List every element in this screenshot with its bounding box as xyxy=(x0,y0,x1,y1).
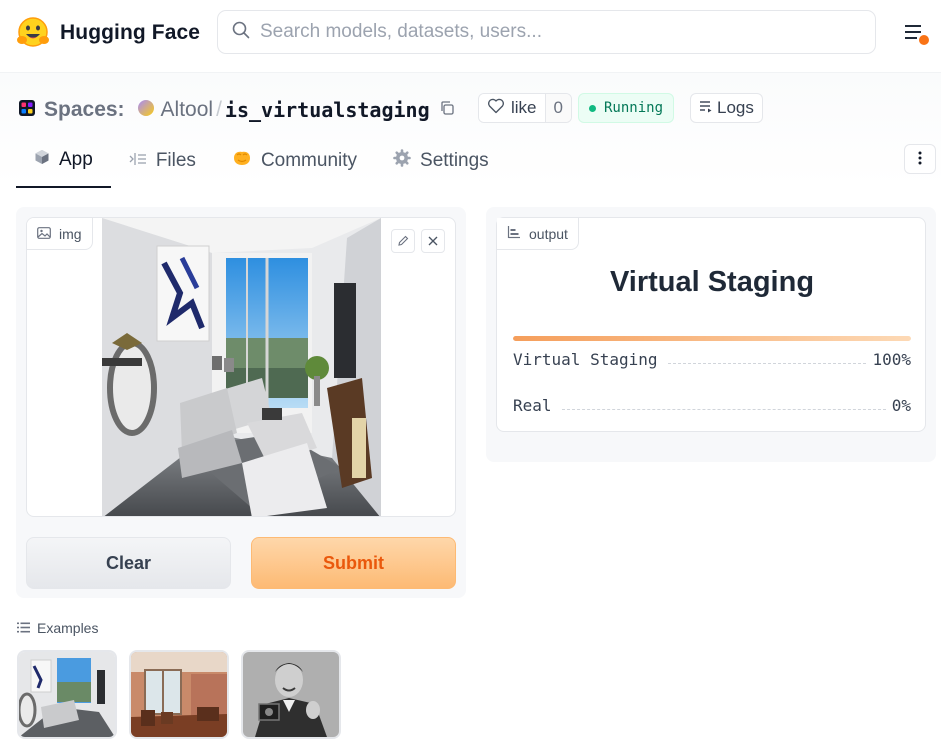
examples-header: Examples xyxy=(17,620,98,636)
tab-app[interactable]: App xyxy=(16,133,111,188)
confidence-label: Virtual Staging xyxy=(513,349,658,369)
search-icon xyxy=(232,21,250,43)
search-input[interactable]: Search models, datasets, users... xyxy=(217,10,876,54)
top-navbar: Hugging Face Search models, datasets, us… xyxy=(0,0,941,66)
output-label-box: output Virtual Staging Virtual Staging 1… xyxy=(496,217,926,432)
dotted-leader xyxy=(667,362,867,364)
cube-icon xyxy=(34,149,50,171)
spaces-icon xyxy=(18,99,36,121)
image-icon xyxy=(37,226,51,242)
owner-link[interactable]: Altool xyxy=(161,98,214,122)
remove-image-button[interactable] xyxy=(421,229,445,253)
spaces-link[interactable]: Spaces: xyxy=(44,98,125,122)
notification-dot-icon xyxy=(919,35,929,45)
edit-image-button[interactable] xyxy=(391,229,415,253)
hugging-face-logo-icon xyxy=(16,16,50,50)
repo-name-link[interactable]: is_virtualstaging xyxy=(225,98,430,122)
brand-name: Hugging Face xyxy=(60,21,201,44)
example-thumbnail-staged-room[interactable] xyxy=(17,650,117,739)
list-icon xyxy=(17,620,30,636)
logs-button[interactable]: Logs xyxy=(690,93,763,123)
tab-files-label: Files xyxy=(155,149,196,171)
output-field-label-text: output xyxy=(529,225,568,242)
close-icon xyxy=(427,232,439,251)
breadcrumb: Spaces: Altool / is_virtualstaging xyxy=(18,95,455,125)
example-thumbnail-man-with-camera[interactable] xyxy=(241,650,341,739)
pencil-icon xyxy=(397,232,409,251)
copy-icon[interactable] xyxy=(439,100,455,120)
logs-label: Logs xyxy=(717,98,754,117)
tab-community[interactable]: Community xyxy=(214,133,375,188)
confidence-value: 100% xyxy=(872,349,911,369)
search-placeholder: Search models, datasets, users... xyxy=(260,21,542,42)
vertical-dots-icon xyxy=(918,150,922,169)
image-input[interactable]: img xyxy=(26,217,456,517)
output-field-label: output xyxy=(497,218,579,250)
gear-icon xyxy=(393,148,411,173)
example-thumbnail-empty-room[interactable] xyxy=(129,650,229,739)
like-count[interactable]: 0 xyxy=(544,94,571,122)
more-options-button[interactable] xyxy=(904,144,936,174)
uploaded-room-image xyxy=(102,218,381,516)
label-chart-icon xyxy=(507,225,521,242)
tab-settings-label: Settings xyxy=(420,149,489,171)
status-label: Running xyxy=(604,100,664,116)
dotted-leader xyxy=(561,408,886,410)
predicted-label: Virtual Staging xyxy=(609,266,815,298)
tab-app-label: App xyxy=(59,148,93,170)
tab-settings[interactable]: Settings xyxy=(375,133,507,188)
breadcrumb-separator: / xyxy=(216,98,222,121)
submit-button[interactable]: Submit xyxy=(251,537,456,589)
hf-logo-link[interactable]: Hugging Face xyxy=(16,16,200,50)
output-panel: output Virtual Staging Virtual Staging 1… xyxy=(486,207,936,462)
owner-avatar xyxy=(137,99,155,121)
files-icon xyxy=(129,150,147,172)
main-menu-button[interactable] xyxy=(903,22,933,46)
confidence-row[interactable]: Virtual Staging 100% xyxy=(513,348,911,370)
confidence-bar xyxy=(513,336,911,341)
like-widget: like 0 xyxy=(478,93,572,123)
confidence-bar-fill xyxy=(513,336,911,341)
logs-icon xyxy=(699,98,713,118)
tab-community-label: Community xyxy=(260,149,358,171)
like-button[interactable]: like xyxy=(479,94,545,122)
confidence-row[interactable]: Real 0% xyxy=(513,394,911,416)
image-field-label: img xyxy=(27,218,93,250)
tab-files[interactable]: Files xyxy=(111,133,214,188)
space-header: Spaces: Altool / is_virtualstaging like … xyxy=(0,72,941,188)
image-field-label-text: img xyxy=(59,225,82,242)
like-label: like xyxy=(511,98,537,117)
input-panel: img Clear Submit xyxy=(16,207,466,598)
heart-icon xyxy=(487,98,505,119)
clear-button[interactable]: Clear xyxy=(26,537,231,589)
status-dot-icon xyxy=(589,104,596,112)
confidence-label: Real xyxy=(513,395,552,415)
community-icon xyxy=(232,149,252,173)
examples-label: Examples xyxy=(37,620,99,636)
confidence-value: 0% xyxy=(891,395,911,415)
status-badge[interactable]: Running xyxy=(578,93,675,123)
space-tabs: App Files Community Settings xyxy=(16,133,507,188)
